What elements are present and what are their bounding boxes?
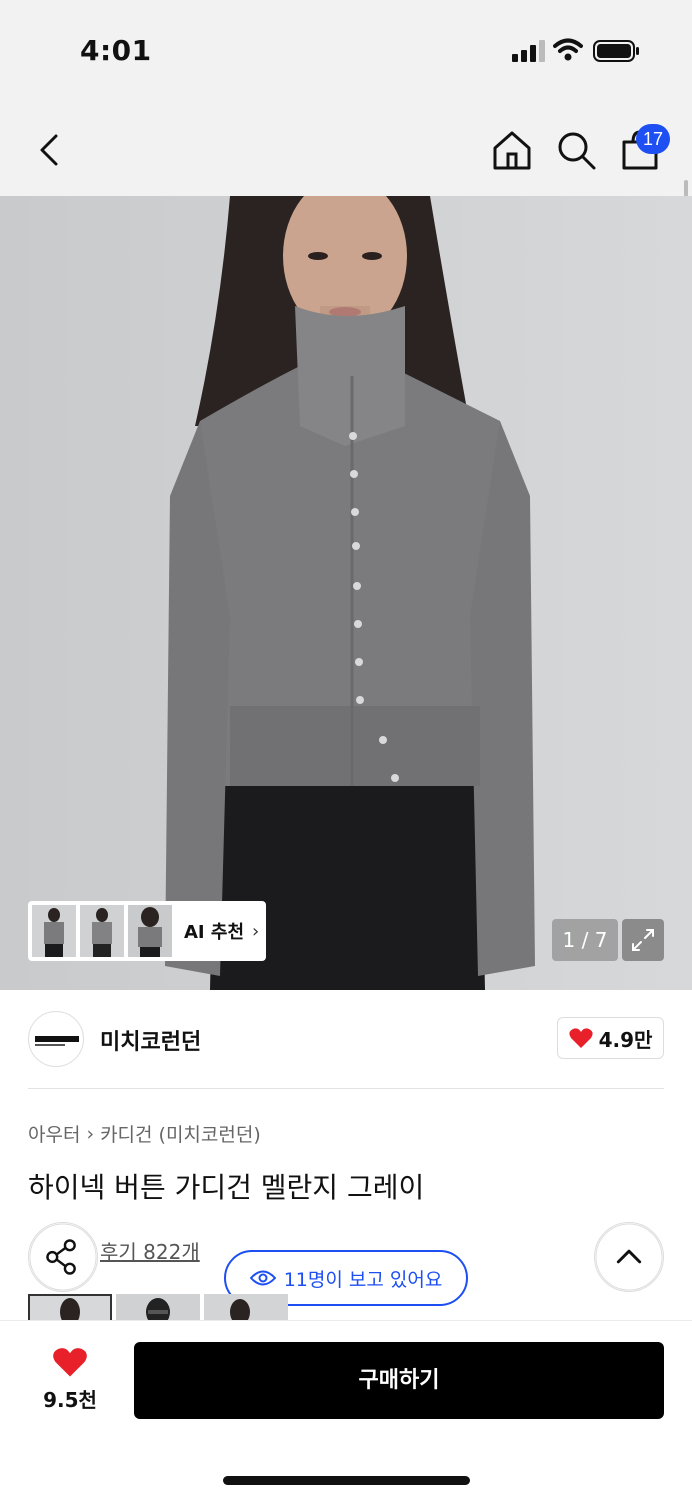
search-icon[interactable] xyxy=(554,128,598,172)
breadcrumb-item[interactable]: 카디건 (미치코런던) xyxy=(100,1120,261,1147)
brand-like-button[interactable]: 4.9만 xyxy=(557,1017,664,1059)
eye-icon xyxy=(249,1270,276,1286)
top-nav xyxy=(0,100,692,196)
brand-logo[interactable] xyxy=(28,1011,84,1067)
wishlist-count: 9.5천 xyxy=(43,1388,97,1412)
chevron-right-icon: › xyxy=(86,1122,95,1145)
brand-like-count: 4.9만 xyxy=(598,1027,653,1052)
ai-recommend-button[interactable]: AI 추천 › xyxy=(28,901,266,961)
home-icon[interactable] xyxy=(490,128,534,172)
product-image[interactable] xyxy=(0,196,692,990)
expand-icon[interactable] xyxy=(622,919,664,961)
wishlist-button[interactable]: 9.5천 xyxy=(40,1346,100,1413)
review-photo[interactable] xyxy=(28,1294,112,1320)
scroll-to-top-button[interactable] xyxy=(594,1222,664,1292)
cart-count-badge: 17 xyxy=(636,124,670,154)
cellular-signal-icon xyxy=(512,40,545,62)
ai-thumbnail xyxy=(80,905,124,957)
ai-recommend-label: AI 추천 xyxy=(184,922,245,943)
status-bar: 4:01 xyxy=(0,0,692,100)
battery-icon xyxy=(593,40,639,62)
image-pager: 1 / 7 xyxy=(552,919,618,961)
breadcrumb-item[interactable]: 아우터 xyxy=(28,1120,80,1147)
review-photo-strip xyxy=(28,1294,668,1320)
ai-thumbnail xyxy=(128,905,172,957)
back-arrow-icon[interactable] xyxy=(30,130,70,170)
product-title: 하이넥 버튼 가디건 멜란지 그레이 xyxy=(28,1171,425,1204)
ai-thumbnail xyxy=(32,905,76,957)
review-count-link[interactable]: 후기 822개 xyxy=(100,1236,200,1265)
review-photo[interactable] xyxy=(116,1294,200,1320)
home-indicator xyxy=(223,1476,470,1485)
brand-name[interactable]: 미치코런던 xyxy=(100,1024,201,1056)
breadcrumb: 아우터 › 카디건 (미치코런던) xyxy=(28,1120,261,1147)
review-photo[interactable] xyxy=(204,1294,288,1320)
heart-icon xyxy=(568,1028,593,1048)
status-time: 4:01 xyxy=(80,34,152,67)
viewers-text: 11명이 보고 있어요 xyxy=(283,1268,443,1291)
heart-icon xyxy=(53,1348,87,1377)
wifi-icon xyxy=(553,38,583,61)
share-button[interactable] xyxy=(28,1222,98,1292)
product-photo xyxy=(0,196,692,990)
chevron-right-icon: › xyxy=(252,920,260,942)
buy-button[interactable]: 구매하기 xyxy=(134,1342,664,1419)
divider xyxy=(28,1088,664,1089)
